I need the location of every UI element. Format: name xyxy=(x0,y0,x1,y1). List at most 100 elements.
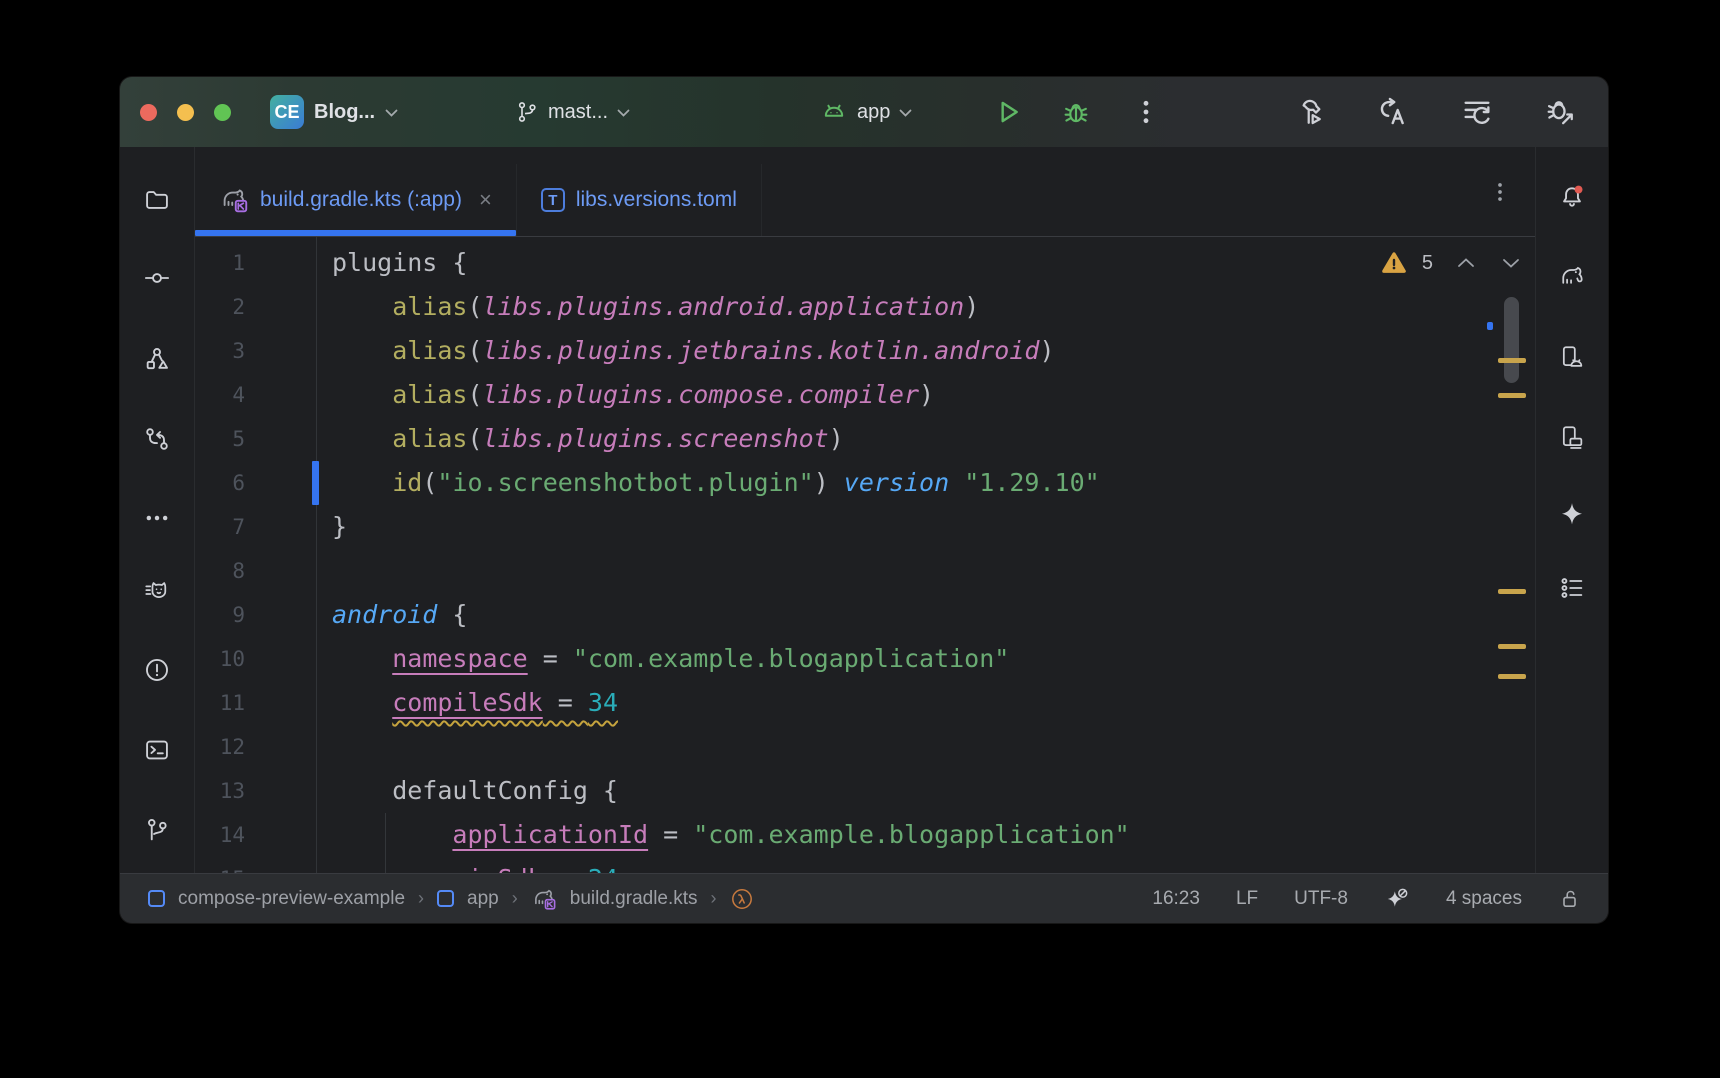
problems-icon[interactable] xyxy=(135,648,179,692)
inspections-widget[interactable]: 5 xyxy=(1381,247,1521,279)
editor-options-kebab-icon[interactable] xyxy=(1487,179,1513,205)
rename-refactor-icon[interactable] xyxy=(1376,95,1410,129)
build-analyzer-icon[interactable] xyxy=(1460,95,1494,129)
warning-count: 5 xyxy=(1422,252,1433,275)
file-encoding[interactable]: UTF-8 xyxy=(1294,888,1348,910)
code-text[interactable]: alias(libs.plugins.screenshot) xyxy=(245,417,844,461)
line-number[interactable]: 14 xyxy=(195,813,245,857)
todo-list-icon[interactable] xyxy=(1550,566,1594,610)
line-number[interactable]: 8 xyxy=(195,549,245,593)
close-window-button[interactable] xyxy=(140,104,157,121)
lambda-icon[interactable] xyxy=(730,887,754,911)
code-line-2: 2 alias(libs.plugins.android.application… xyxy=(195,285,1535,329)
breadcrumb-separator: › xyxy=(711,888,717,909)
line-number[interactable]: 12 xyxy=(195,725,245,769)
line-number[interactable]: 1 xyxy=(195,241,245,285)
git-branch-icon xyxy=(515,100,539,124)
line-number[interactable]: 2 xyxy=(195,285,245,329)
title-bar: CE Blog... mast... app xyxy=(120,77,1608,147)
code-line-7: 7} xyxy=(195,505,1535,549)
breadcrumb-file[interactable]: build.gradle.kts xyxy=(570,888,698,910)
gemini-sparkle-icon[interactable] xyxy=(1550,493,1594,537)
editor-area: build.gradle.kts (:app) × T libs.version… xyxy=(195,147,1535,873)
previous-problem-chevron-up-icon[interactable] xyxy=(1456,257,1476,269)
running-devices-icon[interactable] xyxy=(1550,415,1594,459)
tab-libs-versions-toml[interactable]: T libs.versions.toml xyxy=(517,164,762,236)
device-manager-icon[interactable] xyxy=(1550,335,1594,379)
status-bar-widgets: 16:23 LF UTF-8 4 spaces xyxy=(1152,886,1582,912)
run-configuration-widget[interactable]: app xyxy=(820,77,912,147)
zoom-window-button[interactable] xyxy=(214,104,231,121)
structure-icon[interactable] xyxy=(135,337,179,381)
more-actions-kebab-icon[interactable] xyxy=(1130,96,1162,128)
run-config-name: app xyxy=(857,101,890,124)
code-line-3: 3 alias(libs.plugins.jetbrains.kotlin.an… xyxy=(195,329,1535,373)
unlocked-padlock-icon[interactable] xyxy=(1558,887,1582,911)
debug-button[interactable] xyxy=(1060,96,1092,128)
line-ending[interactable]: LF xyxy=(1236,888,1258,910)
ai-assistant-disabled-icon[interactable] xyxy=(1384,886,1410,912)
code-line-13: 13 defaultConfig { xyxy=(195,769,1535,813)
code-text[interactable]: minSdk = 24 xyxy=(245,857,618,873)
indent-setting[interactable]: 4 spaces xyxy=(1446,888,1522,910)
project-widget[interactable]: CE Blog... xyxy=(270,77,398,147)
code-text[interactable]: namespace = "com.example.blogapplication… xyxy=(245,637,1009,681)
code-line-11: 11 compileSdk = 34 xyxy=(195,681,1535,725)
tab-build-gradle-kts[interactable]: build.gradle.kts (:app) × xyxy=(195,164,517,236)
code-line-1: 1plugins { xyxy=(195,241,1535,285)
title-bar-right-actions xyxy=(1292,77,1578,147)
minimize-window-button[interactable] xyxy=(177,104,194,121)
next-problem-chevron-down-icon[interactable] xyxy=(1501,257,1521,269)
attach-debugger-icon[interactable] xyxy=(1544,95,1578,129)
breadcrumb-separator: › xyxy=(418,888,424,909)
breadcrumb-module[interactable]: app xyxy=(467,888,499,910)
code-editor[interactable]: 1plugins {2 alias(libs.plugins.android.a… xyxy=(195,237,1535,873)
toml-file-icon: T xyxy=(541,188,565,212)
code-text[interactable]: alias(libs.plugins.android.application) xyxy=(245,285,979,329)
cursor-position[interactable]: 16:23 xyxy=(1152,888,1200,910)
notifications-bell-icon[interactable] xyxy=(1550,175,1594,219)
pull-requests-icon[interactable] xyxy=(135,417,179,461)
line-number[interactable]: 3 xyxy=(195,329,245,373)
line-number[interactable]: 11 xyxy=(195,681,245,725)
code-text[interactable]: id("io.screenshotbot.plugin") version "1… xyxy=(245,461,1100,505)
scrollbar-warning-mark xyxy=(1498,644,1526,649)
code-text[interactable]: } xyxy=(245,505,347,549)
line-number[interactable]: 7 xyxy=(195,505,245,549)
right-tool-stripe xyxy=(1535,147,1608,873)
scrollbar-warning-mark xyxy=(1498,674,1526,679)
code-line-12: 12 xyxy=(195,725,1535,769)
status-bar: compose-preview-example › app › build.gr… xyxy=(120,873,1608,923)
code-text[interactable]: applicationId = "com.example.blogapplica… xyxy=(245,813,1130,857)
code-text[interactable]: alias(libs.plugins.compose.compiler) xyxy=(245,373,934,417)
gradle-icon[interactable] xyxy=(1550,255,1594,299)
build-hammer-run-icon[interactable] xyxy=(1292,95,1326,129)
module-icon xyxy=(148,890,165,907)
breadcrumb-project[interactable]: compose-preview-example xyxy=(178,888,405,910)
code-text[interactable]: compileSdk = 34 xyxy=(245,681,618,725)
terminal-icon[interactable] xyxy=(135,728,179,772)
code-text[interactable] xyxy=(245,725,332,769)
line-number[interactable]: 6 xyxy=(195,461,245,505)
line-number[interactable]: 9 xyxy=(195,593,245,637)
close-tab-icon[interactable]: × xyxy=(479,189,492,211)
version-control-icon[interactable] xyxy=(135,808,179,852)
code-line-10: 10 namespace = "com.example.blogapplicat… xyxy=(195,637,1535,681)
vcs-branch-widget[interactable]: mast... xyxy=(515,77,630,147)
line-number[interactable]: 10 xyxy=(195,637,245,681)
code-text[interactable]: plugins { xyxy=(245,241,467,285)
code-text[interactable]: alias(libs.plugins.jetbrains.kotlin.andr… xyxy=(245,329,1055,373)
line-number[interactable]: 5 xyxy=(195,417,245,461)
line-number[interactable]: 15 xyxy=(195,857,245,873)
scrollbar-thumb[interactable] xyxy=(1504,297,1519,383)
code-text[interactable]: defaultConfig { xyxy=(245,769,618,813)
project-folder-icon[interactable] xyxy=(135,178,179,222)
cat-runner-icon[interactable] xyxy=(135,569,179,613)
code-text[interactable] xyxy=(245,549,332,593)
line-number[interactable]: 4 xyxy=(195,373,245,417)
more-tool-windows-icon[interactable] xyxy=(135,496,179,540)
run-button[interactable] xyxy=(992,96,1024,128)
line-number[interactable]: 13 xyxy=(195,769,245,813)
commit-icon[interactable] xyxy=(135,256,179,300)
code-text[interactable]: android { xyxy=(245,593,467,637)
